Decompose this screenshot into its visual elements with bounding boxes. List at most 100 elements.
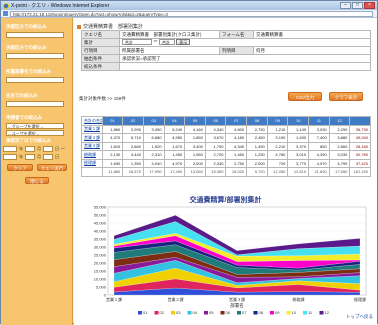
y-tick-label: 35,000 [94, 237, 107, 242]
legend-swatch [220, 311, 225, 315]
display-button[interactable]: 表示 [176, 39, 191, 46]
filter-label: 決裁区分での絞込み [6, 45, 47, 50]
department-link[interactable]: 営業３課 [81, 141, 103, 151]
maximize-icon[interactable]: □ [352, 2, 363, 9]
table-cell: 3,880 [328, 133, 351, 143]
month-select[interactable] [25, 154, 35, 160]
month-header: 12 [328, 116, 351, 126]
table-cell: 2,450 [246, 133, 268, 143]
table-cell: 28,180 [349, 141, 371, 151]
total-cell: 13,060 [184, 167, 206, 177]
total-cell: 15,060 [204, 167, 227, 177]
department-link[interactable]: 営業２課 [81, 133, 103, 143]
x-tick-label: 経理課 [354, 296, 366, 302]
address-bar: http://172.21.18.118/xpoint/queryOpen.do… [1, 10, 377, 18]
back-to-top-link[interactable]: トップへ戻る [346, 314, 373, 320]
clear-button[interactable]: クリア [7, 164, 33, 171]
month-header: 10 [287, 116, 310, 126]
close-button[interactable]: 閉じる [25, 177, 49, 184]
table-cell: 36,730 [349, 124, 371, 134]
narrow-label: 絞込条件 [81, 62, 120, 71]
total-cell: 12,810 [287, 167, 310, 177]
table-cell: 4,950 [163, 133, 186, 143]
month-header: 02 [122, 116, 144, 126]
form-name-label: フォーム名 [219, 30, 254, 39]
group-select[interactable]: -- グループを選択 -- [6, 123, 64, 129]
legend-swatch [303, 311, 307, 315]
day-unit: 日 [55, 154, 59, 159]
table-cell: 2,990 [122, 124, 144, 134]
table-row: 営業３課 1,810 2,660 1,520 1,670 3,400 1,790 4,340 1… [81, 141, 371, 151]
legend-swatch [204, 311, 208, 315]
table-cell: 3,030 [308, 124, 330, 134]
year-select[interactable] [3, 146, 17, 152]
filter-input[interactable] [6, 77, 64, 83]
filter-label: 申請者での絞込み [6, 115, 42, 120]
month-select[interactable] [25, 146, 35, 152]
table-cell: 2,720 [204, 150, 227, 160]
legend-swatch [138, 311, 142, 315]
table-cell: 3,030 [328, 150, 351, 160]
user-select[interactable]: -- ユーザを選択 -- [6, 130, 64, 136]
year-unit: 年 [19, 154, 23, 159]
minimize-icon[interactable]: – [340, 2, 351, 9]
total-row: 11,860 18,570 17,990 17,490 13,060 15,060 18,0… [81, 167, 371, 177]
url-field[interactable]: http://172.21.18.118/xpoint/queryOpen.do… [10, 10, 373, 17]
table-cell: 6,680 [142, 133, 165, 143]
aggregate-func-select[interactable]: 合計 [159, 39, 176, 46]
x-tick-label: 総務課 [293, 296, 305, 302]
month-header: 04 [163, 116, 186, 126]
date-separator: 〜 [61, 146, 65, 151]
table-cell: 4,040 [142, 158, 165, 168]
table-cell: 49,040 [349, 133, 371, 143]
legend-swatch [319, 311, 324, 315]
table-cell: 4,790 [328, 158, 351, 168]
filter-input[interactable] [6, 101, 64, 107]
y-tick-label: 55,000 [94, 205, 107, 210]
filter-input[interactable] [6, 32, 64, 38]
table-cell: 1,850 [184, 133, 206, 143]
filter-label: 所属部署名での絞込み [6, 69, 51, 74]
table-cell: 2,290 [328, 124, 351, 134]
graph-button[interactable]: グラフ表示 [329, 92, 363, 101]
legend-label: 10 [292, 310, 297, 315]
y-tick-label: 50,000 [94, 213, 107, 218]
table-cell: 4,440 [122, 150, 144, 160]
day-select[interactable] [43, 146, 53, 152]
legend-label: 12 [325, 310, 330, 315]
department-link[interactable]: 総務課 [81, 150, 103, 160]
form-name-value: 交通費精算書 [253, 30, 371, 39]
y-tick-label: 25,000 [94, 253, 107, 258]
month-header: 06 [204, 116, 227, 126]
aggregate-field-select[interactable]: 合計 [122, 39, 152, 46]
aggregate-sum-link[interactable]: 合計の合計 [81, 116, 103, 126]
table-cell: 4,160 [184, 124, 206, 134]
table-cell: 720 [266, 158, 289, 168]
x-tick-label: 営業１課 [106, 296, 122, 302]
page-title: 交通費精算書 部署別集計 [77, 23, 143, 30]
year-select[interactable] [3, 154, 17, 160]
table-cell: 850 [308, 141, 330, 151]
filter-input[interactable] [6, 53, 64, 59]
department-link[interactable]: 営業１課 [81, 124, 103, 134]
month-header [349, 116, 371, 126]
csv-export-button[interactable]: CSV出力 [288, 92, 322, 101]
title-bar: X-point - クエリ - Windows Internet Explore… [1, 1, 377, 10]
table-cell: 2,000 [184, 158, 206, 168]
table-cell: 4,970 [308, 158, 330, 168]
table-cell: 3,770 [287, 158, 310, 168]
month-header: 05 [184, 116, 206, 126]
table-cell: 4,370 [101, 133, 124, 143]
total-cell: 12,050 [266, 167, 289, 177]
date-from-row: 年 月 日 〜 [3, 146, 65, 152]
month-header: 09 [266, 116, 289, 126]
department-link[interactable]: 経理課 [81, 158, 103, 168]
close-icon[interactable]: × [364, 2, 375, 9]
table-cell: 7,400 [308, 133, 330, 143]
table-cell [81, 167, 103, 177]
table-cell: 5,710 [122, 133, 144, 143]
requery-button[interactable]: クエリ実行 [37, 164, 67, 171]
day-select[interactable] [43, 154, 53, 160]
year-unit: 年 [19, 146, 23, 151]
legend-swatch [154, 311, 159, 315]
